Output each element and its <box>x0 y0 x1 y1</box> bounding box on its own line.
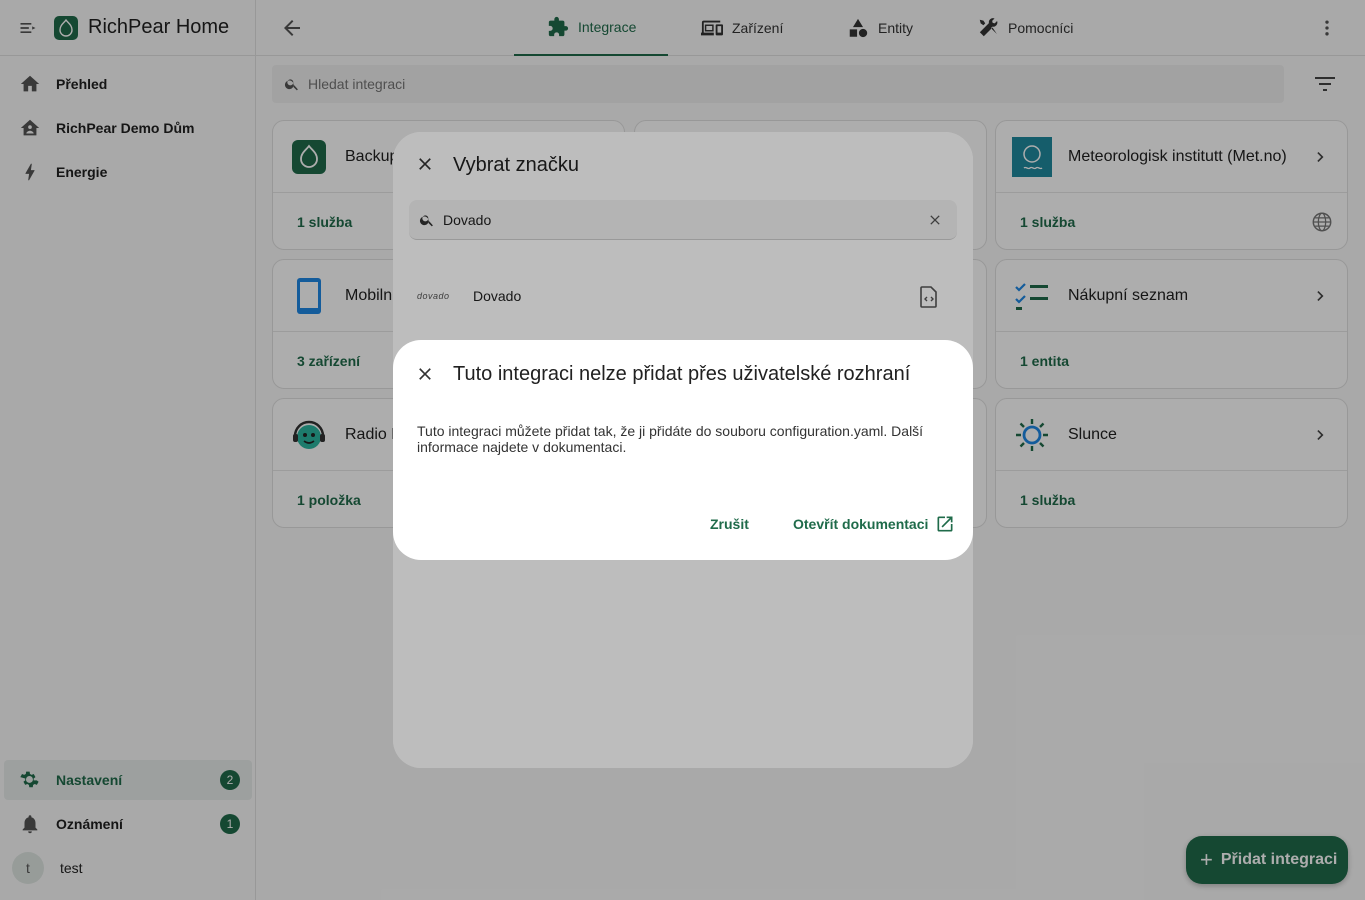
close-icon[interactable] <box>415 364 435 384</box>
open-documentation-button[interactable]: Otevřít dokumentaci <box>793 510 955 538</box>
cancel-label: Zrušit <box>710 516 749 532</box>
dialog-title: Tuto integraci nelze přidat přes uživate… <box>453 363 911 385</box>
cancel-button[interactable]: Zrušit <box>710 510 749 538</box>
unsupported-integration-dialog: Tuto integraci nelze přidat přes uživate… <box>393 340 973 560</box>
open-in-new-icon <box>937 516 953 532</box>
open-docs-label: Otevřít dokumentaci <box>793 516 929 532</box>
dialog-message: Tuto integraci můžete přidat tak, že ji … <box>417 423 924 455</box>
